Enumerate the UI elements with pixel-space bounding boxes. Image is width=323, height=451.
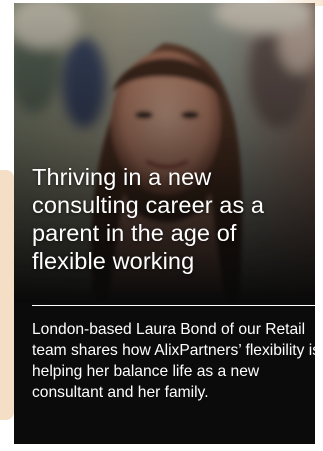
- story-card[interactable]: Thriving in a new consulting career as a…: [14, 3, 315, 444]
- headline-divider: [32, 305, 315, 306]
- story-summary: London-based Laura Bond of our Retail te…: [32, 321, 315, 401]
- decorative-accent-left: [0, 170, 14, 420]
- story-headline[interactable]: Thriving in a new consulting career as a…: [32, 163, 312, 275]
- page: Thriving in a new consulting career as a…: [0, 0, 323, 451]
